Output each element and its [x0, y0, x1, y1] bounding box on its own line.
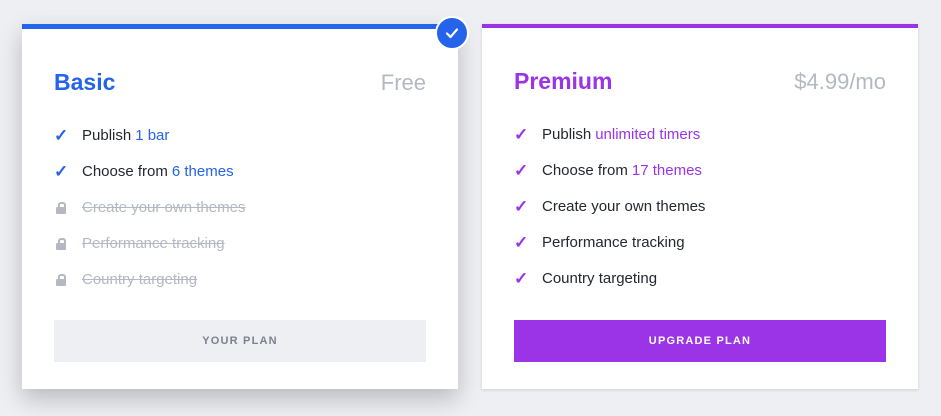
feature-list: ✓ Publish unlimited timers ✓ Choose from…	[514, 116, 886, 296]
check-icon: ✓	[514, 268, 529, 288]
feature-list: ✓ Publish 1 bar ✓ Choose from 6 themes C…	[54, 117, 426, 297]
plan-name: Premium	[514, 68, 613, 94]
feature-item-locked: Create your own themes	[54, 189, 426, 225]
feature-highlight: 1 bar	[135, 126, 170, 144]
premium-plan-header: Premium $4.99/mo	[514, 68, 886, 100]
check-icon: ✓	[54, 125, 69, 145]
feature-item: ✓ Performance tracking	[514, 224, 886, 260]
feature-text: Choose from	[82, 162, 168, 180]
check-icon: ✓	[514, 160, 529, 180]
plan-price: Free	[380, 70, 426, 95]
lock-icon	[54, 201, 82, 214]
lock-icon	[54, 273, 82, 286]
feature-item: ✓ Choose from 17 themes	[514, 152, 886, 188]
feature-highlight: unlimited timers	[595, 125, 701, 143]
feature-item-locked: Country targeting	[54, 261, 426, 297]
feature-item: ✓ Publish 1 bar	[54, 117, 426, 153]
feature-text: Country targeting	[82, 270, 198, 288]
check-icon: ✓	[54, 161, 69, 181]
feature-text: Performance tracking	[82, 234, 225, 252]
lock-icon	[54, 237, 82, 250]
upgrade-plan-button[interactable]: UPGRADE PLAN	[514, 320, 886, 362]
basic-plan-card[interactable]: Basic Free ✓ Publish 1 bar ✓ Choose from…	[22, 24, 458, 389]
feature-item: ✓ Choose from 6 themes	[54, 153, 426, 189]
feature-text: Country targeting	[542, 269, 658, 287]
feature-item: ✓ Publish unlimited timers	[514, 116, 886, 152]
check-icon: ✓	[514, 196, 529, 216]
feature-text: Choose from	[542, 161, 628, 179]
feature-text: Publish	[82, 126, 132, 144]
feature-text: Publish	[542, 125, 592, 143]
feature-item: ✓ Country targeting	[514, 260, 886, 296]
feature-highlight: 17 themes	[631, 161, 702, 179]
premium-plan-card[interactable]: Premium $4.99/mo ✓ Publish unlimited tim…	[482, 24, 918, 389]
feature-highlight: 6 themes	[171, 162, 234, 180]
check-icon: ✓	[514, 124, 529, 144]
basic-plan-header: Basic Free	[54, 69, 426, 101]
feature-item-locked: Performance tracking	[54, 225, 426, 261]
feature-text: Create your own themes	[542, 197, 706, 215]
feature-item: ✓ Create your own themes	[514, 188, 886, 224]
plan-price: $4.99/mo	[794, 69, 886, 94]
selected-check-icon	[435, 16, 469, 50]
check-icon: ✓	[514, 232, 529, 252]
plan-name: Basic	[54, 69, 116, 95]
feature-text: Performance tracking	[542, 233, 685, 251]
your-plan-button[interactable]: YOUR PLAN	[54, 320, 426, 362]
feature-text: Create your own themes	[82, 198, 246, 216]
